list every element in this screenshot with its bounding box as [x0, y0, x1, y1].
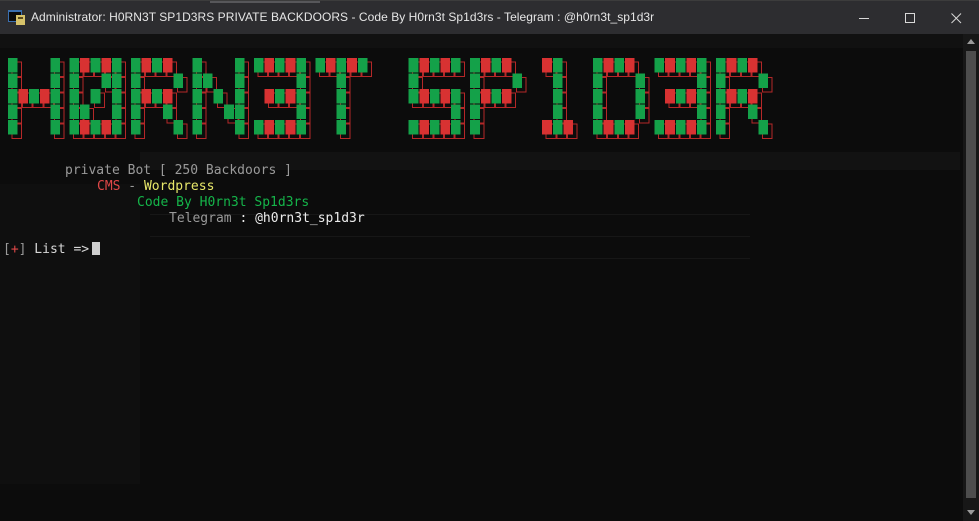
scroll-up-arrow-icon[interactable]: [967, 39, 975, 44]
console-area[interactable]: private Bot [ 250 Backdoors ] CMS - Word…: [0, 34, 963, 521]
title-bar: Administrator: H0RN3T SP1D3RS PRIVATE BA…: [0, 0, 979, 34]
telegram-handle: @h0rn3t_sp1d3r: [255, 211, 365, 226]
cms-label: CMS: [97, 179, 121, 194]
prompt-plus-symbol: +: [10, 242, 19, 257]
prompt-bracket-open: [: [3, 242, 11, 257]
maximize-icon: [904, 12, 916, 24]
cms-line: CMS - Wordpress: [97, 179, 214, 195]
minimize-icon: [858, 13, 870, 24]
text-cursor: [92, 242, 101, 255]
private-bot-line: private Bot [ 250 Backdoors ]: [65, 163, 292, 178]
scrollbar-thumb[interactable]: [966, 51, 976, 498]
h0rn3t-sp1d3r-ascii-banner: [8, 58, 773, 139]
cms-value: Wordpress: [143, 179, 215, 194]
window-title: Administrator: H0RN3T SP1D3RS PRIVATE BA…: [31, 10, 655, 24]
scroll-down-arrow-icon[interactable]: [967, 510, 975, 515]
prompt-text: List =>: [26, 242, 90, 257]
close-button[interactable]: [933, 1, 979, 35]
terminal-app-icon[interactable]: [8, 9, 25, 25]
telegram-separator: :: [231, 211, 256, 226]
telegram-line: Telegram : @h0rn3t_sp1d3r: [169, 211, 365, 227]
list-prompt[interactable]: [+] List =>: [3, 242, 101, 258]
credit-line: Code By H0rn3t Sp1d3rs: [137, 195, 310, 210]
maximize-button[interactable]: [887, 1, 933, 35]
cms-separator: -: [120, 179, 144, 194]
minimize-button[interactable]: [841, 1, 887, 35]
telegram-label: Telegram: [169, 211, 232, 226]
vertical-scrollbar[interactable]: [963, 34, 979, 521]
close-icon: [950, 12, 962, 24]
title-accent: [210, 1, 320, 3]
